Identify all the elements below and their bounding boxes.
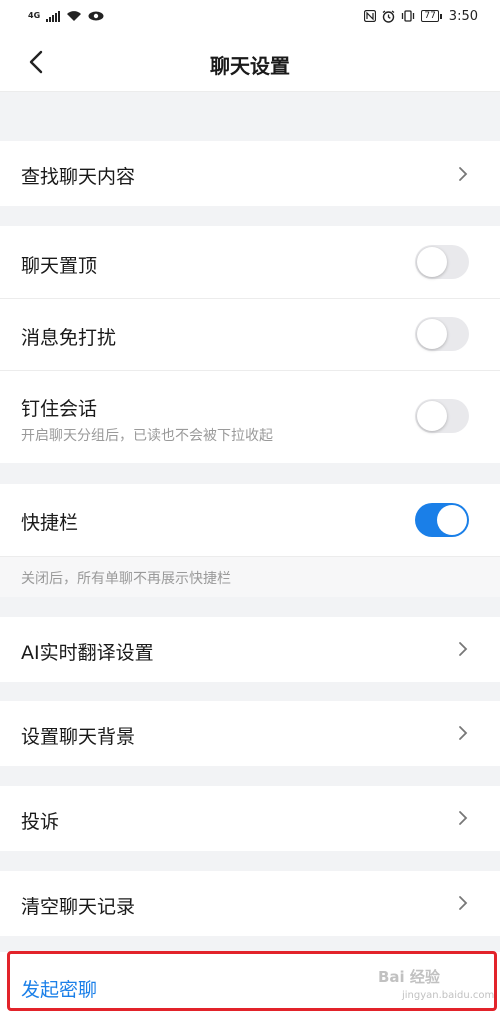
pin-chat-row: 聊天置顶 [0,226,500,298]
clear-chat-history-label: 清空聊天记录 [21,896,136,918]
shortcut-bar-label: 快捷栏 [21,512,79,534]
complaint-row[interactable]: 投诉 [0,786,500,851]
page-title: 聊天设置 [210,54,290,78]
status-right: 77 3:50 [364,9,478,24]
status-bar: 4G 77 3:50 [0,0,500,32]
status-left: 4G [28,10,104,22]
battery-icon: 77 [421,10,443,22]
search-chat-history-label: 查找聊天内容 [21,166,136,188]
watermark-url: jingyan.baidu.com [402,990,495,1001]
watermark-logo: Bai 经验 [378,968,440,986]
toggle-knob [417,401,447,431]
mute-notifications-row: 消息免打扰 [0,299,500,370]
pin-chat-label: 聊天置顶 [21,255,98,277]
nfc-icon [364,10,377,22]
network-type: 4G [28,11,41,20]
pin-chat-toggle[interactable] [415,245,469,279]
shortcut-bar-hint-block: 关闭后，所有单聊不再展示快捷栏 [0,557,500,597]
eye-icon [88,11,104,21]
signal-icon [46,10,61,22]
clear-chat-history-row[interactable]: 清空聊天记录 [0,871,500,936]
search-chat-history-row[interactable]: 查找聊天内容 [0,141,500,206]
chat-background-row[interactable]: 设置聊天背景 [0,701,500,766]
mute-notifications-label: 消息免打扰 [21,327,117,349]
shortcut-bar-toggle[interactable] [415,503,469,537]
navigation-bar: 聊天设置 [0,32,500,92]
pin-session-row: 钉住会话 开启聊天分组后，已读也不会被下拉收起 [0,371,500,463]
shortcut-bar-row: 快捷栏 [0,484,500,556]
clock-time: 3:50 [448,8,478,24]
chat-background-label: 设置聊天背景 [21,726,136,748]
shortcut-bar-hint: 关闭后，所有单聊不再展示快捷栏 [21,571,231,587]
toggle-knob [437,505,467,535]
pin-session-description: 开启聊天分组后，已读也不会被下拉收起 [21,428,273,444]
toggle-knob [417,319,447,349]
toggle-knob [417,247,447,277]
ai-translation-settings-label: AI实时翻译设置 [21,642,154,664]
pin-session-label: 钉住会话 [21,398,98,420]
chevron-right-icon [459,896,468,910]
chevron-right-icon [459,642,468,656]
ai-translation-settings-row[interactable]: AI实时翻译设置 [0,617,500,682]
chevron-right-icon [459,811,468,825]
wifi-icon [67,11,82,21]
alarm-icon [382,9,395,23]
vibrate-icon [402,10,415,22]
pin-session-toggle[interactable] [415,399,469,433]
chevron-right-icon [459,167,468,181]
chevron-right-icon [459,726,468,740]
mute-notifications-toggle[interactable] [415,317,469,351]
complaint-label: 投诉 [21,811,60,833]
